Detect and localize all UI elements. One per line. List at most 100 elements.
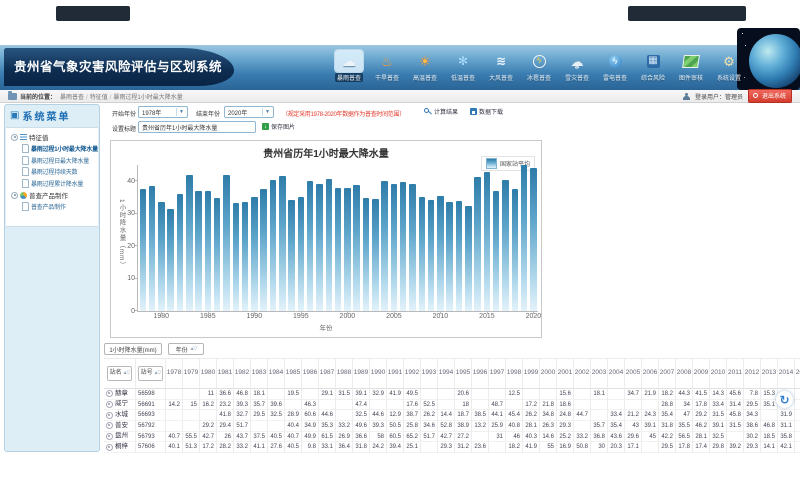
nav-item-cold[interactable]: ✻低温普查 <box>444 50 482 90</box>
expand-icon[interactable] <box>106 390 113 397</box>
measure-filter[interactable]: 1小时降水量(mm) <box>104 343 162 355</box>
nav-item-risk[interactable]: ▦综合风险 <box>634 50 672 90</box>
tree-item-label: 暴雨过程1小时最大降水量 <box>31 144 98 153</box>
tree-item[interactable]: 暴雨过程持续天数 <box>6 166 98 178</box>
breadcrumb-link[interactable]: 暴雨过程1小时最大降水量 <box>113 95 182 101</box>
app-window: 贵州省气象灾害风险评估与区划系统 ☁暴雨普查♨干旱普查☀高温普查✻低温普查≋大风… <box>0 0 800 500</box>
value-cell: 33.1 <box>319 442 336 453</box>
expand-icon[interactable] <box>106 433 113 440</box>
station-data-table: 站名▲▽站号▲▽19781979198019811982198319841985… <box>104 358 800 454</box>
breadcrumb-link[interactable]: 特征值 <box>90 95 108 101</box>
search-icon <box>424 108 432 116</box>
expand-icon[interactable] <box>106 412 113 419</box>
station-name-header: 站名▲▽ <box>104 359 136 389</box>
station-name: 桐梓 <box>115 442 128 452</box>
tree-item[interactable]: 暴雨过程1小时最大降水量 <box>6 143 98 155</box>
nav-item-hail[interactable]: ϟ冰雹普查 <box>520 50 558 90</box>
x-tick-label: 2000 <box>337 313 357 320</box>
value-cell: 50.5 <box>387 421 404 432</box>
value-cell: 29.3 <box>557 421 574 432</box>
value-cell: 29.2 <box>200 421 217 432</box>
station-id-cell: 56693 <box>136 410 166 421</box>
nav-item-drought[interactable]: ♨干旱普查 <box>368 50 406 90</box>
value-cell <box>795 421 800 432</box>
bar-1994 <box>288 200 295 311</box>
bar-2014 <box>474 177 481 311</box>
value-cell: 15 <box>183 400 200 411</box>
toggle-icon[interactable] <box>11 134 18 141</box>
expand-icon[interactable] <box>106 444 113 451</box>
value-cell: 42.7 <box>438 432 455 443</box>
nav-item-rain[interactable]: ☁暴雨普查 <box>330 50 368 90</box>
value-cell <box>421 442 438 453</box>
value-cell: 41.8 <box>217 410 234 421</box>
nav-item-map[interactable]: 图件审核 <box>672 50 710 90</box>
value-cell <box>472 389 489 400</box>
station-name-cell: 桐梓 <box>104 442 136 453</box>
year-header: 2000 <box>540 359 557 389</box>
value-cell <box>387 400 404 411</box>
value-cell: 50.8 <box>574 442 591 453</box>
value-cell: 18.6 <box>557 400 574 411</box>
value-cell: 14.4 <box>438 410 455 421</box>
chevron-down-icon: ▼ <box>176 108 186 116</box>
nav-item-wind[interactable]: ≋大风普查 <box>482 50 520 90</box>
station-name: 普安 <box>115 421 128 431</box>
value-cell: 40.3 <box>523 432 540 443</box>
year-header: 2010 <box>710 359 727 389</box>
x-tick-mark <box>254 311 255 314</box>
data-download-button[interactable]: 数据下载 <box>470 107 503 116</box>
value-cell: 39.1 <box>353 389 370 400</box>
value-cell: 39.3 <box>234 400 251 411</box>
expand-icon[interactable] <box>106 401 113 408</box>
value-cell: 48.7 <box>489 400 506 411</box>
value-cell <box>540 389 557 400</box>
tree-item[interactable]: 暴雨过程累计降水量 <box>6 178 98 190</box>
save-image-button[interactable]: ↓ 保存图片 <box>262 122 295 131</box>
value-cell: 33.2 <box>574 432 591 443</box>
tree-item[interactable]: 普查产品制作 <box>6 201 98 213</box>
refresh-icon[interactable]: ↻ <box>776 391 793 408</box>
year-header: 2004 <box>608 359 625 389</box>
nav-item-label: 高温普查 <box>413 73 437 82</box>
heat-icon: ☀ <box>411 50 439 72</box>
station-id-sort[interactable]: 站号▲▽ <box>138 366 164 381</box>
toggle-icon[interactable] <box>11 192 18 199</box>
value-cell <box>336 400 353 411</box>
tree-group[interactable]: 普查产品制作 <box>6 189 98 201</box>
year-header: 1994 <box>438 359 455 389</box>
nav-item-lightning[interactable]: ϟ雷电普查 <box>596 50 634 90</box>
value-cell: 38.7 <box>404 410 421 421</box>
y-tick-mark <box>135 310 138 311</box>
calc-result-button[interactable]: 计算结果 <box>424 107 458 116</box>
nav-item-settings[interactable]: ⚙系统设置 <box>710 50 748 90</box>
value-cell: 49.5 <box>404 389 421 400</box>
value-cell: 39.1 <box>642 421 659 432</box>
tree-group[interactable]: 特征值 <box>6 131 98 143</box>
value-cell: 35.4 <box>659 410 676 421</box>
value-cell: 31.2 <box>455 442 472 453</box>
x-tick-label: 1980 <box>151 313 171 320</box>
chart-title-input[interactable] <box>138 121 256 133</box>
nav-item-snow[interactable]: ☁雪灾普查 <box>558 50 596 90</box>
station-name-cell: 威宁 <box>104 400 136 411</box>
value-cell <box>268 421 285 432</box>
station-name-sort[interactable]: 站名▲▽ <box>107 366 133 381</box>
station-name: 赫章 <box>115 389 128 399</box>
year-header: 2002 <box>574 359 591 389</box>
year-header: 2006 <box>642 359 659 389</box>
nav-item-label: 图件审核 <box>679 73 703 82</box>
nav-item-heat[interactable]: ☀高温普查 <box>406 50 444 90</box>
window-artifact-right <box>628 6 746 21</box>
start-year-select[interactable]: 1978年▼ <box>138 106 188 118</box>
map-icon <box>677 50 705 72</box>
bar-1993 <box>279 176 286 311</box>
breadcrumb-link[interactable]: 暴雨普查 <box>60 95 84 101</box>
year-filter[interactable]: 年份▲▽ <box>168 343 204 355</box>
tree-item[interactable]: 暴雨过程日最大降水量 <box>6 155 98 167</box>
value-cell <box>574 421 591 432</box>
expand-icon[interactable] <box>106 422 113 429</box>
value-cell: 14.1 <box>761 442 778 453</box>
logout-button[interactable]: 退出系统 <box>748 89 792 103</box>
end-year-select[interactable]: 2020年▼ <box>224 106 274 118</box>
